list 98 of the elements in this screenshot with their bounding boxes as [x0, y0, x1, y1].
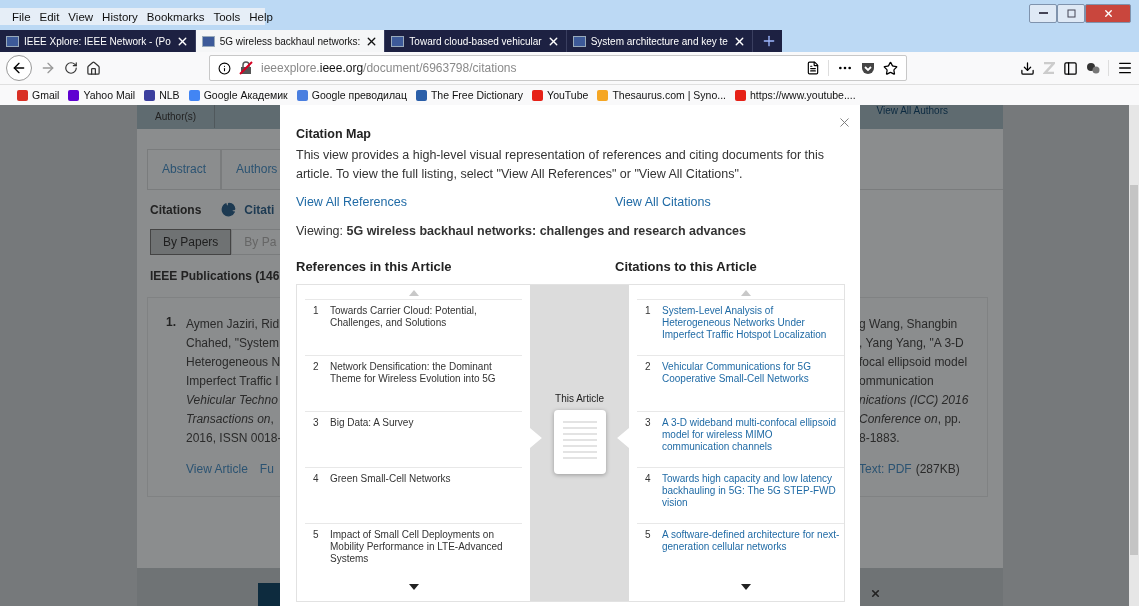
- reload-icon: [64, 61, 78, 75]
- item-number: 4: [313, 473, 320, 486]
- citation-text: , Yang Yang, "A 3-D: [859, 335, 965, 352]
- item-number: 4: [645, 473, 652, 486]
- favicon-icon: [201, 35, 215, 47]
- citation-text: Chahed, "System: [186, 335, 280, 352]
- citation-text: ommunication: [859, 373, 935, 390]
- favicon-icon: [391, 35, 405, 47]
- sidebar-icon[interactable]: [1063, 60, 1078, 76]
- citation-text: Transactions on,: [186, 411, 275, 428]
- reference-title: Impact of Small Cell Deployments on Mobility Performance in LTE-Advanced Systems: [330, 529, 504, 566]
- citation-text: Vehicular Techno: [186, 392, 279, 409]
- result-number: 1.: [166, 315, 177, 331]
- citations-heading: Citations to this Article: [615, 259, 758, 274]
- scrollbar[interactable]: [1129, 105, 1139, 606]
- item-number: 2: [313, 361, 320, 374]
- viewing-text: Viewing: 5G wireless backhaul networks: challenges and research advances: [296, 224, 747, 238]
- item-number: 3: [313, 417, 320, 430]
- bookmark-star-icon[interactable]: [883, 60, 898, 76]
- document-icon: [553, 410, 606, 474]
- forward-button[interactable]: [40, 60, 56, 76]
- bookmark-link[interactable]: https://www.youtube....: [735, 89, 856, 101]
- menu-icon[interactable]: [1117, 60, 1133, 76]
- menu-item[interactable]: History: [98, 10, 143, 23]
- item-number: 3: [645, 417, 652, 430]
- insecure-lock-icon: [239, 61, 253, 75]
- restore-icon: [1066, 9, 1076, 18]
- scroll-down-icon[interactable]: [408, 584, 419, 590]
- citation-text: focal ellipsoid model: [859, 354, 969, 371]
- citation-map-link[interactable]: Citati: [244, 202, 275, 217]
- citation-link[interactable]: A software-defined architecture for next-generation cellular networks: [662, 529, 842, 579]
- citation-text: 8-1883.: [859, 430, 901, 447]
- bookmark-link[interactable]: Yahoo Mail: [68, 89, 136, 101]
- dialog-description: This view provides a high-level visual representation of references and citing documents for this article. To view the full listing, select "View All References" or "View All Citations".: [296, 147, 826, 183]
- minimize-button[interactable]: [1029, 4, 1057, 23]
- reference-title: Towards Carrier Cloud: Potential, Challenges, and Solutions: [330, 305, 478, 330]
- close-icon: [837, 115, 852, 130]
- bookmark-link[interactable]: YouTube: [532, 89, 589, 101]
- column-label: Author(s): [137, 105, 216, 128]
- citations-label: Citations: [150, 202, 202, 217]
- pocket-icon[interactable]: [861, 61, 875, 75]
- forward-arrow-icon: [40, 60, 56, 76]
- close-button[interactable]: [837, 115, 852, 130]
- citation-text: Imperfect Traffic I: [186, 373, 280, 390]
- menu-item[interactable]: View: [64, 10, 99, 23]
- favicon-icon: [6, 35, 19, 47]
- view-all-link[interactable]: View All References: [296, 195, 615, 209]
- dialog-title: Citation Map: [296, 127, 372, 141]
- download-icon[interactable]: [1020, 60, 1035, 76]
- reference-title: Big Data: A Survey: [330, 417, 415, 430]
- publications-heading: IEEE Publications (146: [150, 269, 281, 283]
- close-button[interactable]: [1085, 4, 1131, 23]
- view-all-link[interactable]: View All Citations: [615, 195, 845, 209]
- info-icon[interactable]: [218, 61, 231, 75]
- item-number: 2: [645, 361, 652, 374]
- menu-item[interactable]: Tools: [209, 10, 246, 23]
- bookmark-link[interactable]: Google Академик: [188, 89, 288, 101]
- address-bar[interactable]: ieeexplore.ieee.org/document/6963798/citations: [209, 55, 907, 81]
- item-number: 1: [313, 305, 320, 318]
- citation-text: Heterogeneous N: [186, 354, 280, 371]
- bookmark-link[interactable]: Gmail: [17, 89, 60, 101]
- citation-link[interactable]: System-Level Analysis of Heterogeneous Networks Under Imperfect Traffic Hotspot Localization: [662, 305, 842, 355]
- this-article-label: This Article: [555, 393, 604, 404]
- home-button[interactable]: [86, 60, 101, 76]
- citation-text: Conference on, pp.: [859, 411, 963, 428]
- close-icon: [1102, 8, 1114, 19]
- file-size: (287KB): [915, 462, 960, 476]
- bookmark-link[interactable]: NLB: [144, 89, 180, 101]
- pie-chart-icon: [221, 202, 237, 217]
- menu-item[interactable]: Bookmarks: [142, 10, 210, 23]
- bookmark-link[interactable]: The Free Dictionary: [415, 89, 524, 101]
- reader-view-icon[interactable]: [806, 61, 820, 75]
- citation-text: nications (ICC) 2016: [859, 392, 970, 409]
- scroll-down-icon[interactable]: [740, 584, 751, 590]
- citation-link[interactable]: A 3-D wideband multi-confocal ellipsoid model for wireless MIMO communication channels: [662, 417, 842, 467]
- item-number: 5: [313, 529, 320, 542]
- citation-link[interactable]: Towards high capacity and low latency backhauling in 5G: The 5G STEP-FWD vision: [662, 473, 842, 523]
- menu-item[interactable]: Edit: [35, 10, 65, 23]
- item-number: 5: [645, 529, 652, 542]
- home-icon: [86, 60, 101, 76]
- bookmark-link[interactable]: Thesaurus.com | Syno...: [597, 89, 726, 101]
- favicon-icon: [572, 35, 586, 47]
- citation-text: 2016, ISSN 0018-: [186, 430, 280, 447]
- back-button[interactable]: [6, 55, 32, 81]
- citation-link[interactable]: Vehicular Communications for 5G Cooperative Small-Cell Networks: [662, 361, 842, 411]
- minimize-icon: [1038, 12, 1048, 15]
- references-heading: References in this Article: [296, 259, 453, 274]
- menu-item[interactable]: File: [8, 10, 36, 23]
- extension-icon[interactable]: [1086, 62, 1100, 74]
- bookmark-link[interactable]: Google преводилац: [296, 89, 407, 101]
- item-number: 1: [645, 305, 652, 318]
- reload-button[interactable]: [64, 61, 78, 75]
- browser-tab[interactable]: 5G wireless backhaul networks:: [195, 30, 386, 52]
- reference-title: Green Small-Cell Networks: [330, 473, 452, 486]
- citation-text: g Wang, Shangbin: [859, 316, 959, 333]
- citation-text: Aymen Jaziri, Rid: [186, 316, 280, 333]
- menu-item[interactable]: Help: [245, 10, 278, 23]
- reference-title: Network Densification: the Dominant Theme for Wireless Evolution into 5G: [330, 361, 497, 386]
